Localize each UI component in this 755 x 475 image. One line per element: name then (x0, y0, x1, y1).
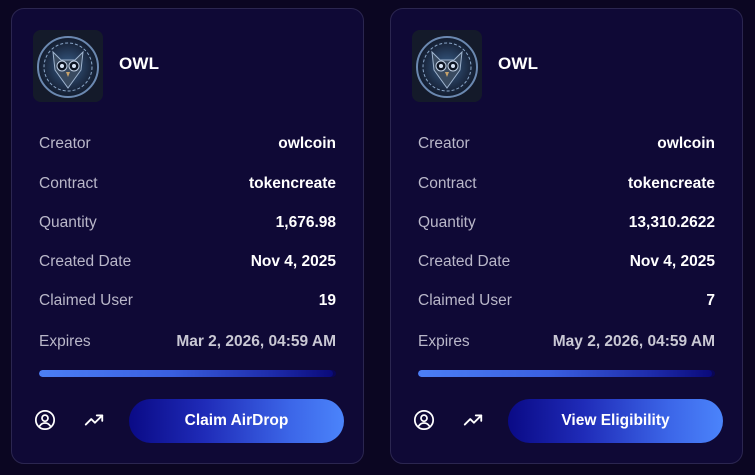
expires-value: May 2, 2026, 04:59 AM (552, 333, 715, 350)
creator-value: owlcoin (657, 135, 715, 152)
created-date-row: Created Date Nov 4, 2025 (39, 252, 336, 272)
contract-row: Contract tokencreate (39, 174, 336, 194)
claimed-user-row: Claimed User 7 (418, 291, 715, 311)
claimed-user-label: Claimed User (39, 292, 133, 309)
quantity-row: Quantity 13,310.2622 (418, 213, 715, 233)
created-date-label: Created Date (39, 253, 132, 270)
airdrop-card: OWL Creator owlcoin Contract tokencreate… (11, 8, 364, 464)
creator-row: Creator owlcoin (39, 134, 336, 154)
creator-value: owlcoin (278, 135, 336, 152)
creator-label: Creator (39, 135, 91, 152)
user-circle-icon[interactable] (33, 408, 57, 432)
token-name: OWL (498, 54, 539, 73)
owl-logo-icon (33, 30, 103, 102)
expires-label: Expires (39, 333, 91, 350)
user-circle-icon[interactable] (412, 408, 436, 432)
expires-value: Mar 2, 2026, 04:59 AM (176, 333, 336, 350)
creator-row: Creator owlcoin (418, 134, 715, 154)
owl-logo-icon (412, 30, 482, 102)
quantity-value: 1,676.98 (275, 214, 336, 231)
contract-value: tokencreate (248, 175, 336, 192)
expiry-progress-bar (39, 370, 336, 377)
created-date-row: Created Date Nov 4, 2025 (418, 252, 715, 272)
view-eligibility-button[interactable]: View Eligibility (508, 399, 723, 443)
expires-row: Expires Mar 2, 2026, 04:59 AM (39, 332, 336, 352)
expires-row: Expires May 2, 2026, 04:59 AM (418, 332, 715, 352)
trending-up-icon[interactable] (82, 408, 106, 432)
claimed-user-value: 19 (318, 292, 336, 309)
quantity-label: Quantity (418, 214, 476, 231)
quantity-row: Quantity 1,676.98 (39, 213, 336, 233)
quantity-label: Quantity (39, 214, 97, 231)
claimed-user-label: Claimed User (418, 292, 512, 309)
expiry-progress-fill (39, 370, 334, 377)
contract-value: tokencreate (627, 175, 715, 192)
trending-up-icon[interactable] (461, 408, 485, 432)
airdrop-card: OWL Creator owlcoin Contract tokencreate… (390, 8, 743, 464)
claimed-user-value: 7 (706, 292, 715, 309)
created-date-value: Nov 4, 2025 (250, 253, 336, 270)
expiry-progress-bar (418, 370, 715, 377)
contract-row: Contract tokencreate (418, 174, 715, 194)
created-date-value: Nov 4, 2025 (629, 253, 715, 270)
contract-label: Contract (39, 175, 98, 192)
expiry-progress-fill (418, 370, 713, 377)
token-name: OWL (119, 54, 160, 73)
created-date-label: Created Date (418, 253, 511, 270)
claim-airdrop-button[interactable]: Claim AirDrop (129, 399, 344, 443)
claimed-user-row: Claimed User 19 (39, 291, 336, 311)
quantity-value: 13,310.2622 (628, 214, 715, 231)
contract-label: Contract (418, 175, 477, 192)
expires-label: Expires (418, 333, 470, 350)
creator-label: Creator (418, 135, 470, 152)
